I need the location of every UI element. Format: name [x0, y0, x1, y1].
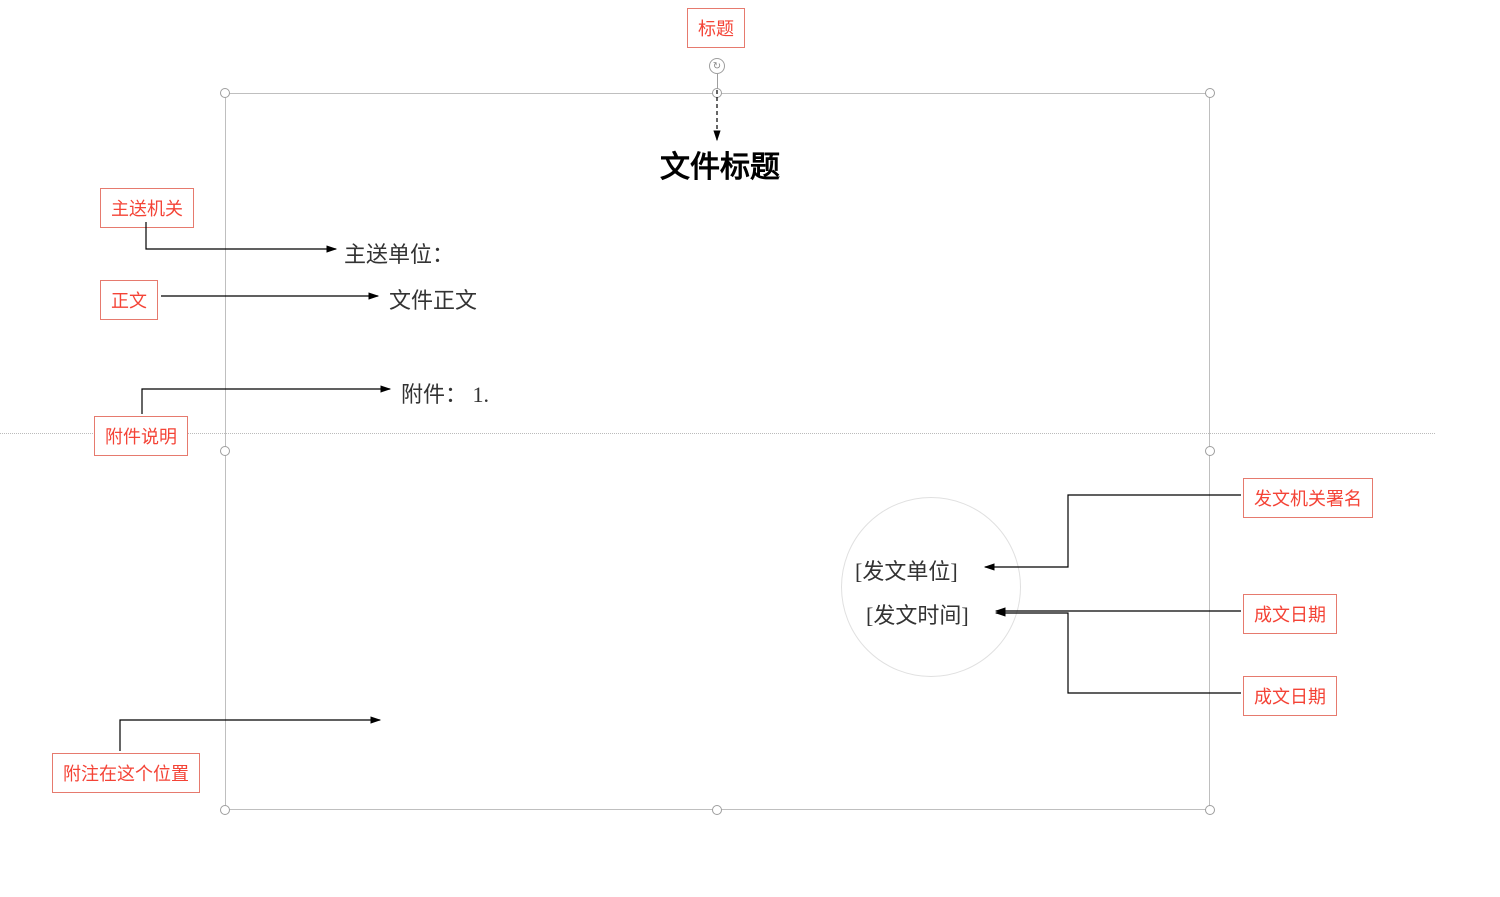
stamp-circle	[841, 497, 1021, 677]
doc-title-text: 文件标题	[660, 151, 780, 184]
guide-hline-dotted	[0, 433, 1435, 434]
rotate-handle[interactable]: ↻	[709, 58, 725, 90]
label-attachment-desc-text: 附件说明	[105, 427, 177, 447]
sender-time: [发文时间]	[866, 598, 969, 630]
label-note-position: 附注在这个位置	[52, 753, 200, 793]
label-body-text: 正文	[111, 291, 147, 311]
body-field: 文件正文	[389, 283, 477, 315]
attachment-field: 附件： 1.	[401, 377, 489, 409]
sender-unit-text: [发文单位]	[855, 559, 958, 584]
label-note-position-text: 附注在这个位置	[63, 764, 189, 784]
label-written-date: 成文日期	[1243, 594, 1337, 634]
recipient-field: 主送单位：	[344, 237, 454, 269]
sender-unit: [发文单位]	[855, 554, 958, 586]
handle-top-mid[interactable]	[712, 88, 722, 98]
handle-mid-right[interactable]	[1205, 446, 1215, 456]
body-field-text: 文件正文	[389, 288, 477, 313]
label-attachment-desc: 附件说明	[94, 416, 188, 456]
sender-time-text: [发文时间]	[866, 603, 969, 628]
label-body: 正文	[100, 280, 158, 320]
label-written-date2-text: 成文日期	[1254, 687, 1326, 707]
label-recipient: 主送机关	[100, 188, 194, 228]
handle-top-left[interactable]	[220, 88, 230, 98]
doc-title: 文件标题	[660, 142, 780, 186]
label-recipient-text: 主送机关	[111, 199, 183, 219]
handle-bottom-left[interactable]	[220, 805, 230, 815]
label-signature: 发文机关署名	[1243, 478, 1373, 518]
handle-bottom-mid[interactable]	[712, 805, 722, 815]
canvas-frame[interactable]	[225, 93, 1210, 810]
label-written-date-text: 成文日期	[1254, 605, 1326, 625]
label-title: 标题	[687, 8, 745, 48]
handle-bottom-right[interactable]	[1205, 805, 1215, 815]
handle-top-right[interactable]	[1205, 88, 1215, 98]
label-written-date2: 成文日期	[1243, 676, 1337, 716]
recipient-field-text: 主送单位：	[344, 242, 454, 267]
handle-mid-left[interactable]	[220, 446, 230, 456]
attachment-field-text: 附件： 1.	[401, 382, 489, 407]
label-signature-text: 发文机关署名	[1254, 489, 1362, 509]
label-title-text: 标题	[698, 19, 734, 39]
